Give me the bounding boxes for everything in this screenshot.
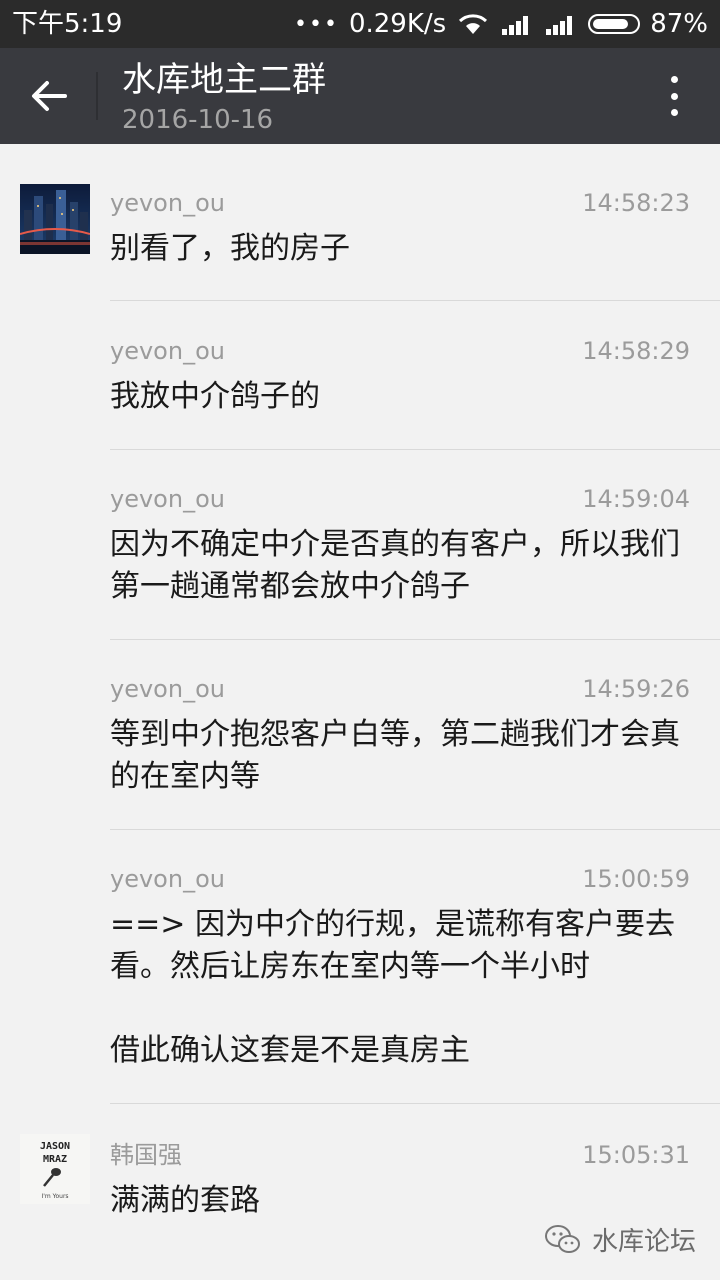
message-time: 14:59:26 (582, 675, 690, 703)
group-title: 水库地主二群 (122, 60, 326, 100)
history-date: 2016-10-16 (122, 105, 274, 135)
sender-name: yevon_ou (110, 675, 225, 703)
watermark: 水库论坛 (544, 1221, 696, 1258)
message-time: 14:58:23 (582, 189, 690, 217)
status-indicators: ••• 0.29K/s 87% (294, 8, 708, 40)
network-speed: 0.29K/s (348, 9, 447, 39)
notification-dots: ••• (294, 11, 339, 37)
more-dot-icon (670, 92, 678, 100)
more-options-button[interactable] (654, 72, 694, 120)
battery-icon (588, 14, 641, 34)
message-text: 我放中介鸽子的 (110, 379, 320, 414)
chat-header: 水库地主二群 2016-10-16 (0, 48, 720, 144)
arrow-left-icon (32, 81, 67, 111)
message-item[interactable]: yevon_ou 14:59:26 等到中介抱怨客户白等，第二趟我们才会真的在室… (0, 640, 720, 830)
message-divider (110, 300, 720, 301)
message-text: 等到中介抱怨客户白等，第二趟我们才会真的在室内等 (110, 717, 680, 794)
sender-name: yevon_ou (110, 485, 225, 513)
message-item[interactable]: yevon_ou 14:59:04 因为不确定中介是否真的有客户，所以我们第一趟… (0, 450, 720, 640)
sender-name: 韩国强 (110, 1141, 182, 1169)
message-time: 14:59:04 (582, 485, 690, 513)
message-item[interactable]: yevon_ou 14:58:29 我放中介鸽子的 (0, 302, 720, 450)
status-time: 下午5:19 (12, 9, 123, 39)
message-time: 14:58:29 (582, 337, 690, 365)
avatar-line3: I'm Yours (41, 1193, 68, 1200)
more-dot-icon (670, 76, 678, 83)
more-dot-icon (670, 109, 678, 116)
watermark-text: 水库论坛 (591, 1227, 696, 1257)
message-text: ==> 因为中介的行规，是谎称有客户要去看。然后让房东在室内等一个半小时 借此确… (110, 907, 675, 1068)
wifi-icon (459, 14, 488, 34)
signal-icon-2 (546, 16, 573, 35)
avatar-hanguoqiang[interactable]: JASON MRAZ I'm Yours (20, 1134, 90, 1204)
sender-name: yevon_ou (110, 865, 225, 893)
album-cover-avatar: JASON MRAZ I'm Yours (20, 1134, 90, 1204)
message-time: 15:00:59 (582, 865, 690, 893)
message-text: 因为不确定中介是否真的有客户，所以我们第一趟通常都会放中介鸽子 (110, 527, 680, 604)
signal-icon-1 (502, 16, 529, 35)
status-bar: 下午5:19 ••• 0.29K/s 87% (0, 0, 720, 48)
back-button[interactable] (22, 70, 76, 122)
wechat-icon (544, 1224, 580, 1253)
chat-history-screen: 下午5:19 ••• 0.29K/s 87% 水库地主二群 2016-10-16… (0, 0, 720, 1280)
header-divider (96, 72, 98, 120)
sender-name: yevon_ou (110, 337, 225, 365)
battery-percent: 87% (650, 9, 708, 39)
sender-name: yevon_ou (110, 189, 225, 217)
avatar-line2: MRAZ (43, 1154, 67, 1165)
message-text: 满满的套路 (110, 1183, 260, 1218)
city-night-avatar (20, 184, 90, 254)
avatar-line1: JASON (40, 1141, 70, 1152)
message-item[interactable]: yevon_ou 14:58:23 别看了，我的房子 (0, 144, 720, 302)
message-text: 别看了，我的房子 (110, 231, 350, 266)
avatar-yevon[interactable] (20, 184, 90, 254)
message-time: 15:05:31 (582, 1141, 690, 1169)
message-item[interactable]: yevon_ou 15:00:59 ==> 因为中介的行规，是谎称有客户要去看。… (0, 830, 720, 1104)
